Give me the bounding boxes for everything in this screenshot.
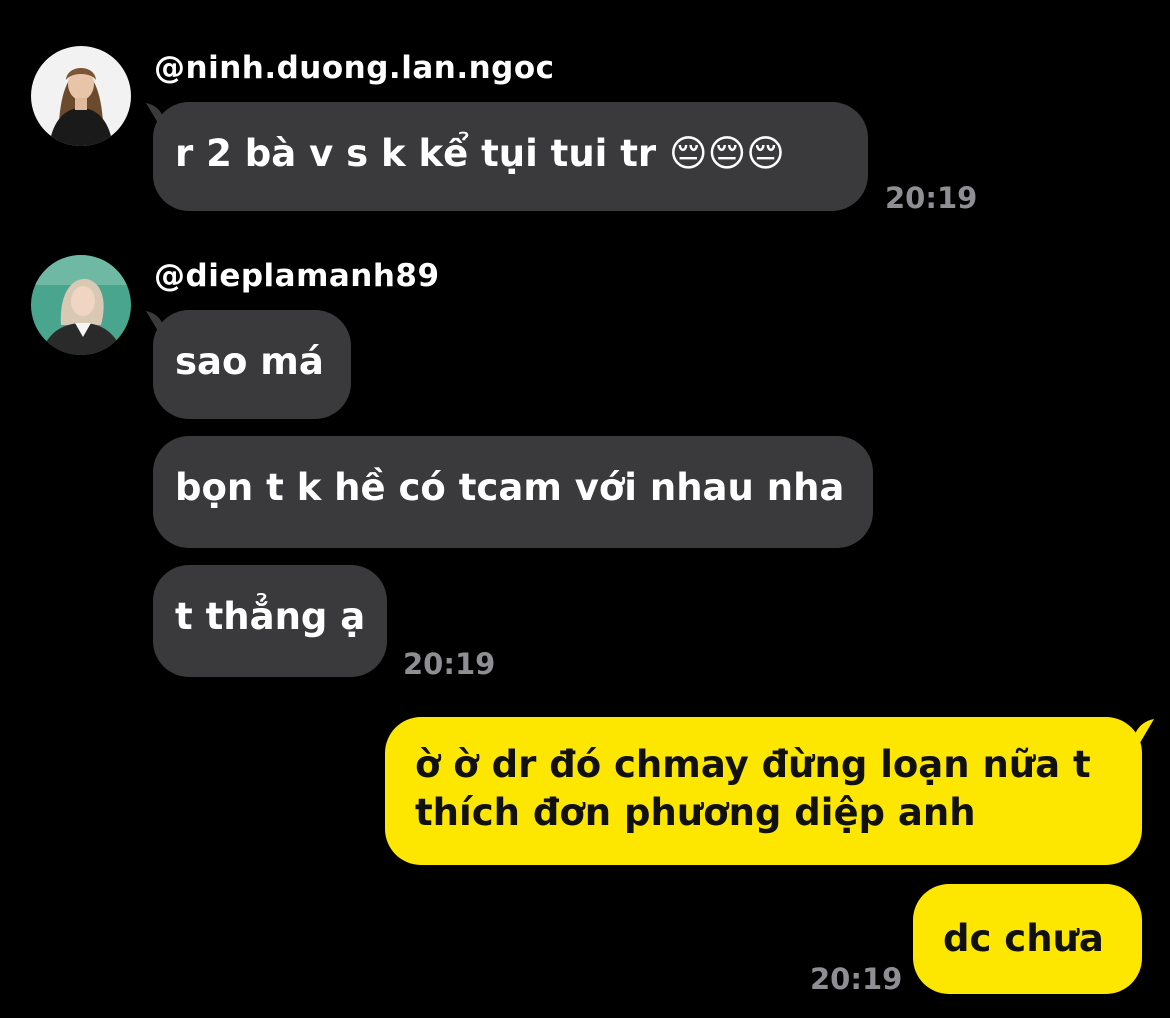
message-bubble[interactable]: bọn t k hề có tcam với nhau nha xyxy=(153,436,873,548)
message-text: sao má xyxy=(175,340,324,383)
profile-photo-icon xyxy=(31,46,131,146)
message-text-line: ờ ờ dr đó chmay đừng loạn nữa t xyxy=(415,743,1091,786)
message-timestamp: 20:19 xyxy=(403,647,496,681)
message-timestamp: 20:19 xyxy=(885,181,978,215)
message-text: dc chưa xyxy=(943,917,1104,960)
message-text: r 2 bà v s k kể tụi tui tr 😔😔😔 xyxy=(175,132,785,175)
sender-username[interactable]: @dieplamanh89 xyxy=(154,258,440,294)
message-bubble[interactable]: r 2 bà v s k kể tụi tui tr 😔😔😔 xyxy=(153,102,868,211)
message-bubble[interactable]: dc chưa xyxy=(913,884,1142,994)
message-timestamp: 20:19 xyxy=(810,962,903,996)
avatar-ninh-duong-lan-ngoc[interactable] xyxy=(31,46,131,146)
message-bubble[interactable]: sao má xyxy=(153,310,351,419)
message-text: t thẳng ạ xyxy=(175,595,366,638)
message-bubble[interactable]: t thẳng ạ xyxy=(153,565,387,677)
message-text: bọn t k hề có tcam với nhau nha xyxy=(175,466,845,509)
sender-username[interactable]: @ninh.duong.lan.ngoc xyxy=(154,50,555,86)
message-bubble[interactable]: ờ ờ dr đó chmay đừng loạn nữa t thích đơ… xyxy=(385,717,1142,865)
profile-photo-icon xyxy=(31,255,131,355)
message-text-line: thích đơn phương diệp anh xyxy=(415,791,976,834)
avatar-dieplamanh89[interactable] xyxy=(31,255,131,355)
